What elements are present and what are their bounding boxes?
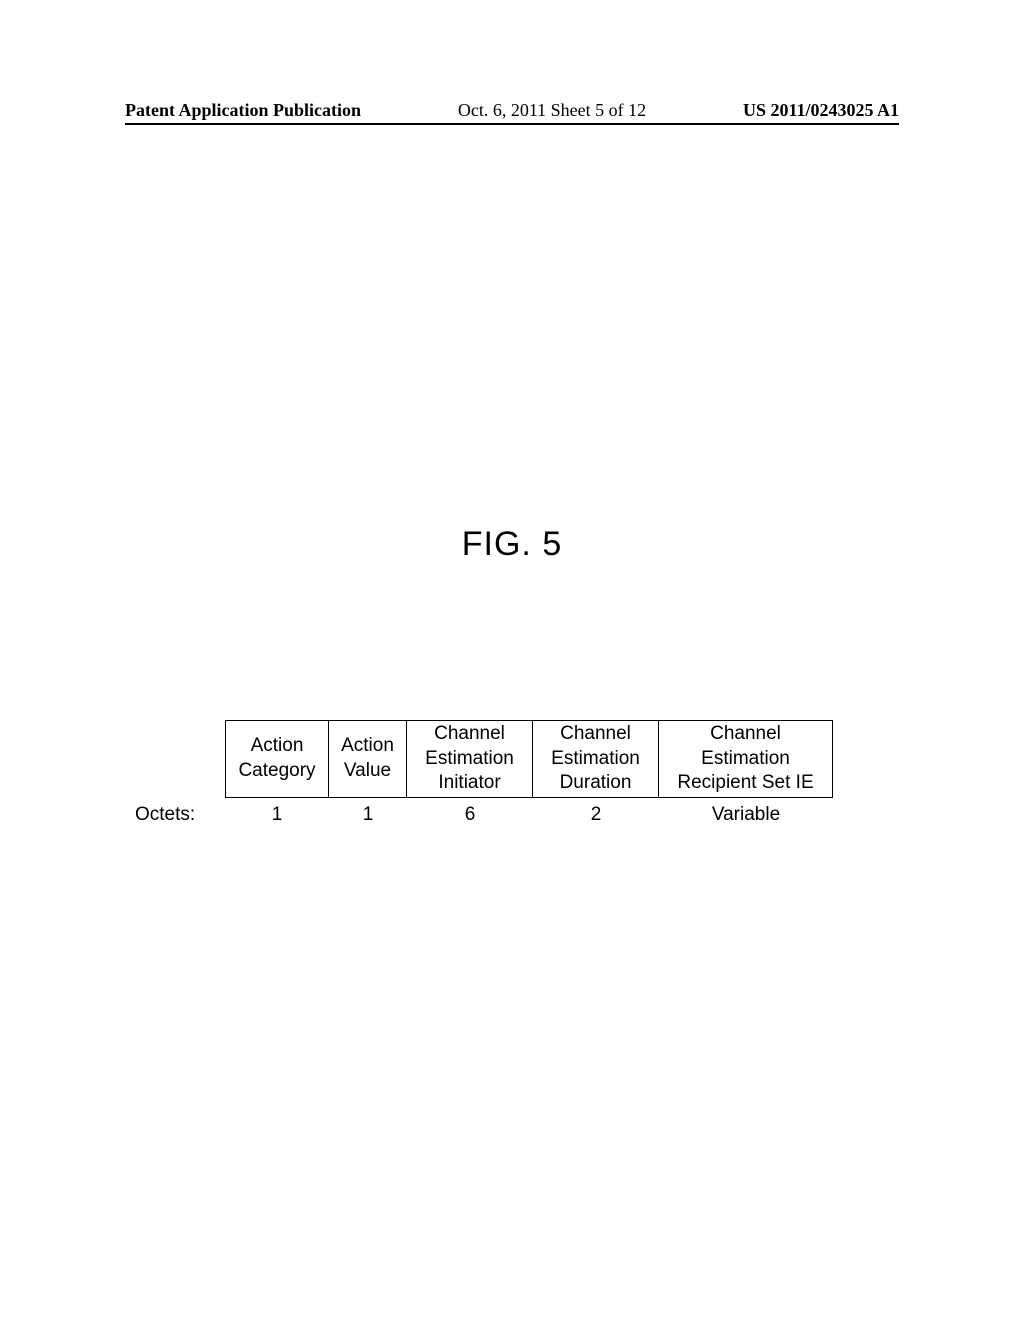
octets-label: Octets:	[135, 804, 225, 826]
header-left: Patent Application Publication	[125, 100, 361, 121]
octet-action-category: 1	[225, 804, 329, 826]
header-line: Patent Application Publication Oct. 6, 2…	[125, 100, 899, 125]
octet-channel-estimation-duration: 2	[533, 804, 659, 826]
field-channel-estimation-initiator: Channel Estimation Initiator	[407, 720, 533, 798]
octet-action-value: 1	[329, 804, 407, 826]
field-row: Action Category Action Value Channel Est…	[225, 720, 899, 798]
header-right: US 2011/0243025 A1	[743, 100, 899, 121]
octets-row: Octets: 1 1 6 2 Variable	[135, 804, 899, 826]
octet-channel-estimation-initiator: 6	[407, 804, 533, 826]
header-center: Oct. 6, 2011 Sheet 5 of 12	[458, 100, 646, 121]
field-action-category: Action Category	[225, 720, 329, 798]
page-header: Patent Application Publication Oct. 6, 2…	[125, 100, 899, 125]
field-action-value: Action Value	[329, 720, 407, 798]
field-channel-estimation-duration: Channel Estimation Duration	[533, 720, 659, 798]
figure-title: FIG. 5	[0, 525, 1024, 564]
diagram: Action Category Action Value Channel Est…	[135, 720, 899, 826]
field-channel-estimation-recipient-set-ie: Channel Estimation Recipient Set IE	[659, 720, 833, 798]
octet-channel-estimation-recipient-set-ie: Variable	[659, 804, 833, 826]
